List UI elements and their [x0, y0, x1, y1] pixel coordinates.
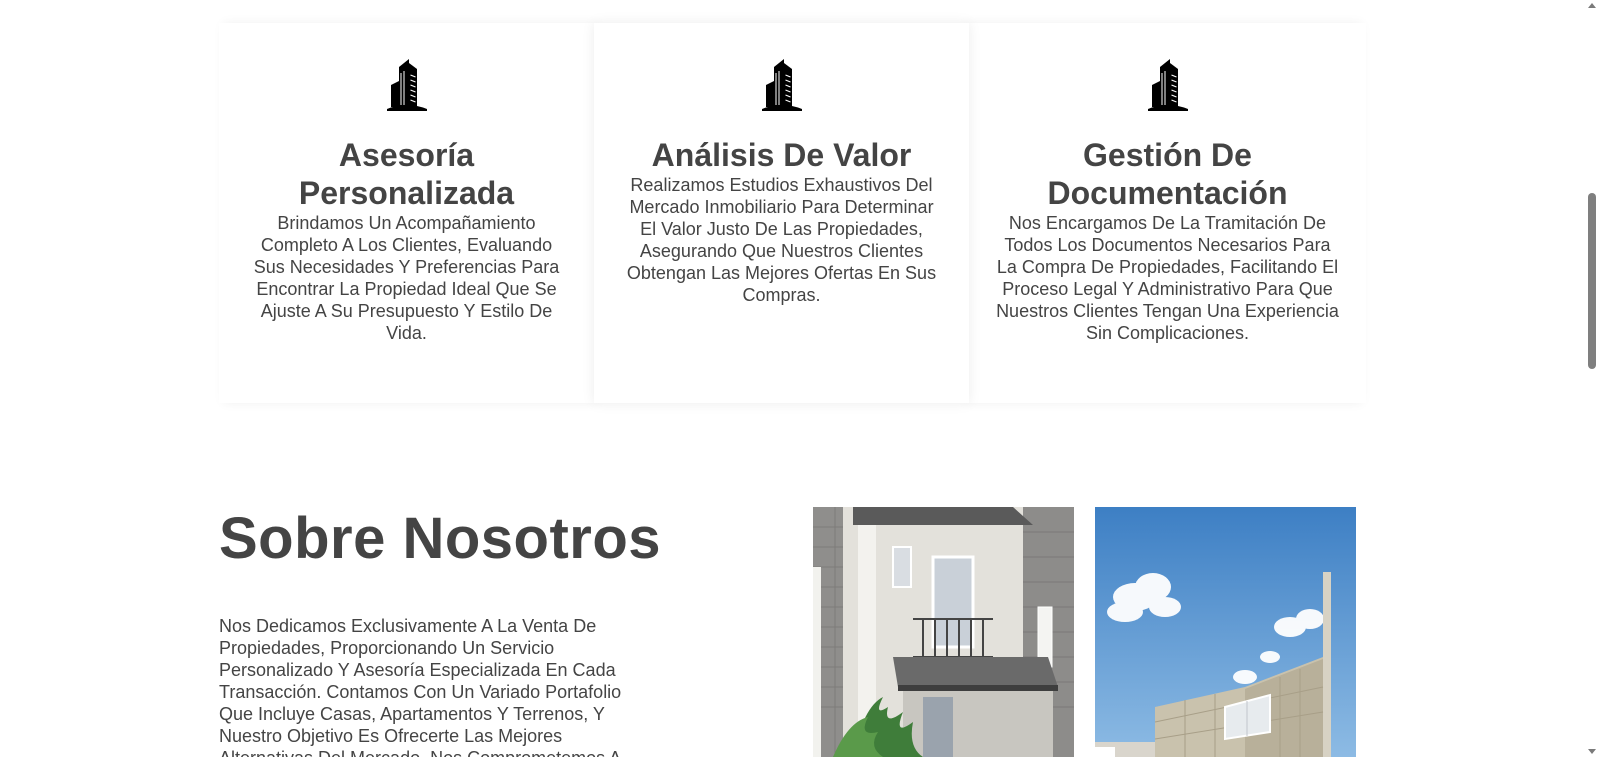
- modern-house-photo: [1095, 507, 1356, 757]
- building-icon: [1147, 59, 1188, 111]
- townhouse-photo: [813, 507, 1074, 757]
- service-title: Análisis De Valor: [651, 137, 912, 173]
- service-card-gestion: Gestión De Documentación Nos Encargamos …: [969, 23, 1366, 403]
- service-description: Realizamos Estudios Exhaustivos Del Merc…: [626, 175, 937, 305]
- scroll-down-icon[interactable]: [1588, 749, 1596, 754]
- about-section: Sobre Nosotros Nos Dedicamos Exclusivame…: [219, 505, 662, 757]
- service-title: Asesoría Personalizada: [298, 137, 515, 211]
- building-icon: [761, 59, 802, 111]
- vertical-scrollbar[interactable]: [1584, 0, 1600, 757]
- services-section: Asesoría Personalizada Brindamos Un Acom…: [219, 23, 1366, 403]
- service-description: Nos Encargamos De La Tramitación De Todo…: [996, 213, 1339, 343]
- building-icon: [386, 59, 427, 111]
- service-title: Gestión De Documentación: [1047, 137, 1288, 211]
- service-card-analisis: Análisis De Valor Realizamos Estudios Ex…: [594, 23, 969, 403]
- about-title: Sobre Nosotros: [219, 506, 662, 571]
- service-description: Brindamos Un Acompañamiento Completo A L…: [253, 213, 560, 343]
- scroll-up-icon[interactable]: [1588, 3, 1596, 8]
- about-text: Nos Dedicamos Exclusivamente A La Venta …: [219, 616, 622, 757]
- scroll-thumb[interactable]: [1588, 193, 1596, 369]
- service-card-asesoria: Asesoría Personalizada Brindamos Un Acom…: [219, 23, 594, 403]
